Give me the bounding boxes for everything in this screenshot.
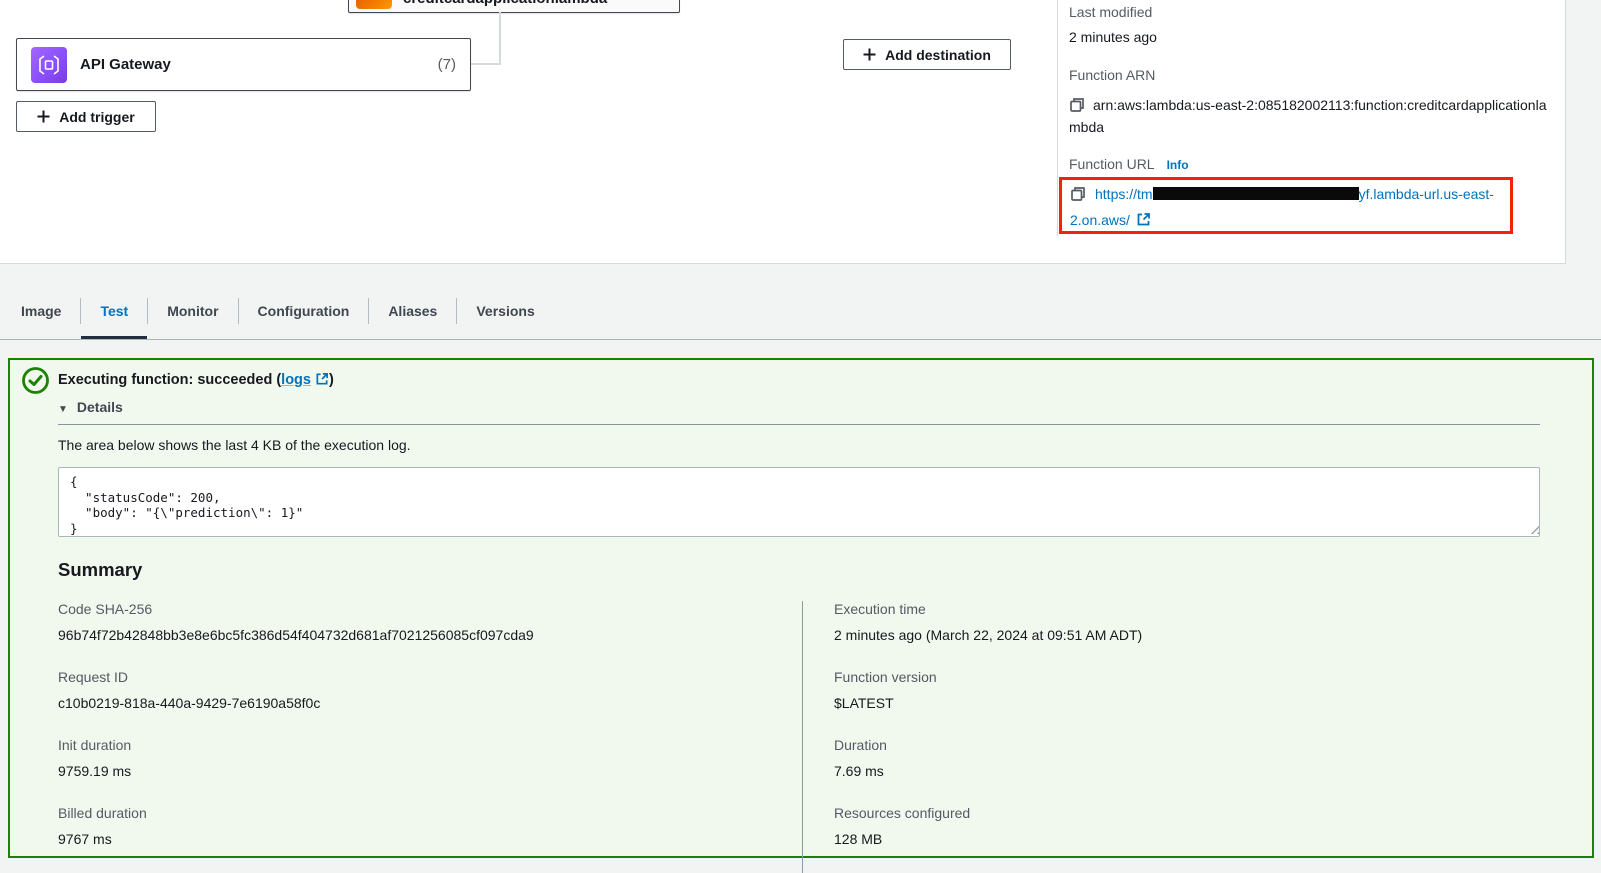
function-url-label: Function URL [1069, 156, 1155, 172]
field-label: Duration [834, 737, 1540, 753]
field-label: Resources configured [834, 805, 1540, 821]
caret-down-icon [58, 399, 68, 415]
details-toggle-label: Details [77, 399, 123, 415]
lambda-node-label: creditcardapplicationlambda [403, 0, 607, 7]
summary-field-init-duration: Init duration 9759.19 ms [58, 737, 802, 779]
summary-field-duration: Duration 7.69 ms [834, 737, 1540, 779]
copy-icon[interactable] [1069, 97, 1085, 113]
connector-line-horizontal [471, 63, 501, 65]
card-vertical-divider [1057, 0, 1058, 236]
function-url-suffix-line1: yf.lambda-url.us-east- [1359, 186, 1494, 202]
tab-versions[interactable]: Versions [457, 283, 553, 339]
add-trigger-label: Add trigger [59, 109, 134, 125]
last-modified-value: 2 minutes ago [1069, 29, 1555, 45]
field-value: 96b74f72b42848bb3e8e6bc5fc386d54f404732d… [58, 627, 802, 643]
api-gateway-node[interactable]: API Gateway (7) [16, 38, 471, 91]
lambda-function-node[interactable]: λ creditcardapplicationlambda [348, 0, 680, 13]
status-text: Executing function: succeeded ( [58, 372, 281, 388]
add-destination-button[interactable]: Add destination [843, 39, 1011, 70]
connector-line-vertical [499, 12, 501, 64]
function-details-column: Last modified 2 minutes ago Function ARN… [1069, 0, 1555, 172]
summary-field-billed-duration: Billed duration 9767 ms [58, 805, 802, 847]
summary-field-execution-time: Execution time 2 minutes ago (March 22, … [834, 601, 1540, 643]
api-gateway-node-label: API Gateway [80, 56, 438, 73]
field-value: 9767 ms [58, 831, 802, 847]
lambda-icon: λ [356, 0, 392, 9]
execution-log-note: The area below shows the last 4 KB of th… [58, 437, 1540, 453]
add-destination-label: Add destination [885, 47, 991, 63]
summary-right-column: Execution time 2 minutes ago (March 22, … [802, 601, 1540, 873]
field-label: Execution time [834, 601, 1540, 617]
field-value: 9759.19 ms [58, 763, 802, 779]
execution-status: Executing function: succeeded (logs ) [58, 372, 1540, 388]
function-url-annotation-box: https://tm yf.lambda-url.us-east- 2.on.aws… [1059, 177, 1513, 234]
tab-test[interactable]: Test [81, 283, 147, 339]
details-divider [58, 424, 1540, 425]
field-label: Code SHA-256 [58, 601, 802, 617]
info-link[interactable]: Info [1167, 158, 1189, 172]
external-link-icon [315, 372, 329, 386]
field-label: Init duration [58, 737, 802, 753]
execution-log[interactable]: { "statusCode": 200, "body": "{\"predict… [58, 467, 1540, 537]
api-gateway-icon [31, 47, 67, 83]
field-value: $LATEST [834, 695, 1540, 711]
field-label: Request ID [58, 669, 802, 685]
logs-link[interactable]: logs [281, 372, 311, 388]
field-value: 2 minutes ago (March 22, 2024 at 09:51 A… [834, 627, 1540, 643]
function-tabs: Image Test Monitor Configuration Aliases… [0, 283, 1601, 340]
function-url-line2: 2.on.aws/ [1070, 212, 1130, 228]
redaction-bar [1153, 187, 1359, 200]
field-value: 128 MB [834, 831, 1540, 847]
tab-aliases[interactable]: Aliases [369, 283, 456, 339]
function-overview-card: λ creditcardapplicationlambda API Gatewa… [0, 0, 1566, 264]
tab-monitor[interactable]: Monitor [148, 283, 237, 339]
status-text-close: ) [329, 372, 334, 388]
function-arn-label: Function ARN [1069, 67, 1555, 83]
field-label: Function version [834, 669, 1540, 685]
field-label: Billed duration [58, 805, 802, 821]
copy-icon[interactable] [1070, 186, 1086, 202]
summary-left-column: Code SHA-256 96b74f72b42848bb3e8e6bc5fc3… [58, 601, 802, 873]
tab-image[interactable]: Image [2, 283, 80, 339]
summary-title: Summary [58, 559, 1540, 581]
tab-configuration[interactable]: Configuration [239, 283, 369, 339]
add-trigger-button[interactable]: Add trigger [16, 101, 156, 132]
summary-field-code-sha: Code SHA-256 96b74f72b42848bb3e8e6bc5fc3… [58, 601, 802, 643]
summary-field-resources: Resources configured 128 MB [834, 805, 1540, 847]
field-value: c10b0219-818a-440a-9429-7e6190a58f0c [58, 695, 802, 711]
success-check-icon [21, 366, 50, 395]
plus-icon [37, 110, 50, 123]
summary-section: Code SHA-256 96b74f72b42848bb3e8e6bc5fc3… [58, 601, 1540, 873]
details-toggle[interactable]: Details [58, 399, 123, 415]
test-result-panel: Executing function: succeeded (logs ) De… [8, 358, 1594, 858]
function-url-link[interactable]: https://tm yf.lambda-url.us-east- 2.on.aws… [1070, 186, 1494, 228]
field-value: 7.69 ms [834, 763, 1540, 779]
external-link-icon [1136, 212, 1151, 227]
plus-icon [863, 48, 876, 61]
summary-field-request-id: Request ID c10b0219-818a-440a-9429-7e619… [58, 669, 802, 711]
function-arn-value: arn:aws:lambda:us-east-2:085182002113:fu… [1069, 97, 1546, 135]
api-gateway-trigger-count: (7) [438, 56, 456, 73]
function-url-prefix: https://tm [1095, 186, 1153, 202]
summary-field-function-version: Function version $LATEST [834, 669, 1540, 711]
last-modified-label: Last modified [1069, 4, 1555, 20]
